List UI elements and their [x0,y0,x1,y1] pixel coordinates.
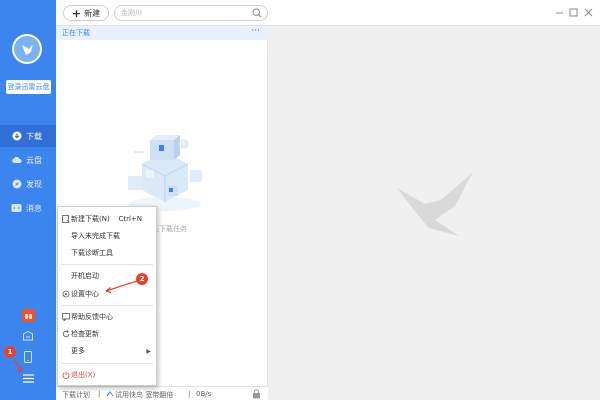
footer-divider: | [188,390,191,398]
status-bar: 下载计划 | 试用快鸟 宽带翻倍 | 0B/s [56,386,268,400]
feedback-icon [62,313,70,321]
sidebar-item-download[interactable]: 下载 [0,125,56,147]
kuainiao-icon [106,390,114,400]
menu-divider [61,363,153,364]
phone-icon[interactable] [21,350,35,364]
avatar[interactable] [12,34,42,64]
empty-state-illustration [120,126,210,216]
sidebar-item-messages[interactable]: 消息 [0,197,56,219]
download-icon [11,131,22,142]
download-plan-link[interactable]: 下载计划 [62,390,90,400]
menu-item-more[interactable]: 更多 ▶ [58,343,156,359]
sidebar-item-label: 消息 [26,203,42,213]
list-header: 正在下载 ··· [56,26,268,40]
step-badge-2: 2 [136,273,148,285]
trial-kuainiao-link[interactable]: 试用快鸟 宽带翻倍 [115,390,173,400]
close-icon[interactable] [582,6,594,18]
menu-item-import-unfinished[interactable]: 导入未完成下载 [58,228,156,244]
menu-item-help-feedback[interactable]: 帮助反馈中心 [58,309,156,325]
compass-icon [11,179,22,190]
refresh-icon [62,330,70,338]
menu-item-new-download[interactable]: 新建下载(N) Ctrl+N [58,211,156,227]
more-options-icon[interactable]: ··· [251,26,260,36]
top-toolbar: + 新建 [56,0,600,26]
sidebar-item-cloud[interactable]: 云盘 [0,149,56,171]
new-task-label: 新建 [84,8,101,18]
sidebar-item-label: 发现 [26,179,42,189]
gear-icon [62,290,70,298]
search-icon[interactable] [252,8,262,18]
new-download-icon [62,215,70,223]
box-icon[interactable] [21,329,35,343]
message-icon [11,203,22,214]
detail-pane [269,26,600,400]
tab-downloading[interactable]: 正在下载 [62,28,90,38]
power-icon [62,371,70,379]
main-context-menu: 新建下载(N) Ctrl+N 导入未完成下载 下载诊断工具 开机启动 设置中心 … [57,206,157,386]
chevron-right-icon: ▶ [146,347,151,355]
new-task-button[interactable]: + 新建 [63,5,109,21]
sidebar-item-label: 云盘 [26,155,42,165]
bird-logo-watermark [395,170,475,240]
search-input[interactable] [121,7,247,19]
minimize-icon[interactable] [553,6,565,18]
cloud-icon [11,155,22,166]
footer-divider: | [98,390,101,398]
menu-item-exit[interactable]: 退出(X) [58,367,156,383]
step-badge-1: 1 [4,346,16,358]
menu-divider [61,305,153,306]
sidebar-item-discover[interactable]: 发现 [0,173,56,195]
lock-icon[interactable] [252,389,261,400]
menu-divider [61,264,153,265]
login-cloud-button[interactable]: 登录迅雷云盘 [6,80,51,94]
plus-icon: + [71,6,82,20]
red-gift-icon[interactable] [21,308,35,322]
menu-item-settings[interactable]: 设置中心 [58,286,156,302]
avatar-bird-icon [14,36,40,62]
search-box[interactable] [114,5,268,21]
maximize-icon[interactable] [567,6,579,18]
sidebar: 登录迅雷云盘 下载 云盘 发现 消息 [0,0,56,400]
shortcut-label: Ctrl+N [118,215,142,223]
download-speed: 0B/s [196,390,212,398]
menu-item-check-update[interactable]: 检查更新 [58,326,156,342]
menu-item-diagnostic-tool[interactable]: 下载诊断工具 [58,245,156,261]
hamburger-menu-icon[interactable] [21,371,35,385]
sidebar-item-label: 下载 [26,131,42,141]
